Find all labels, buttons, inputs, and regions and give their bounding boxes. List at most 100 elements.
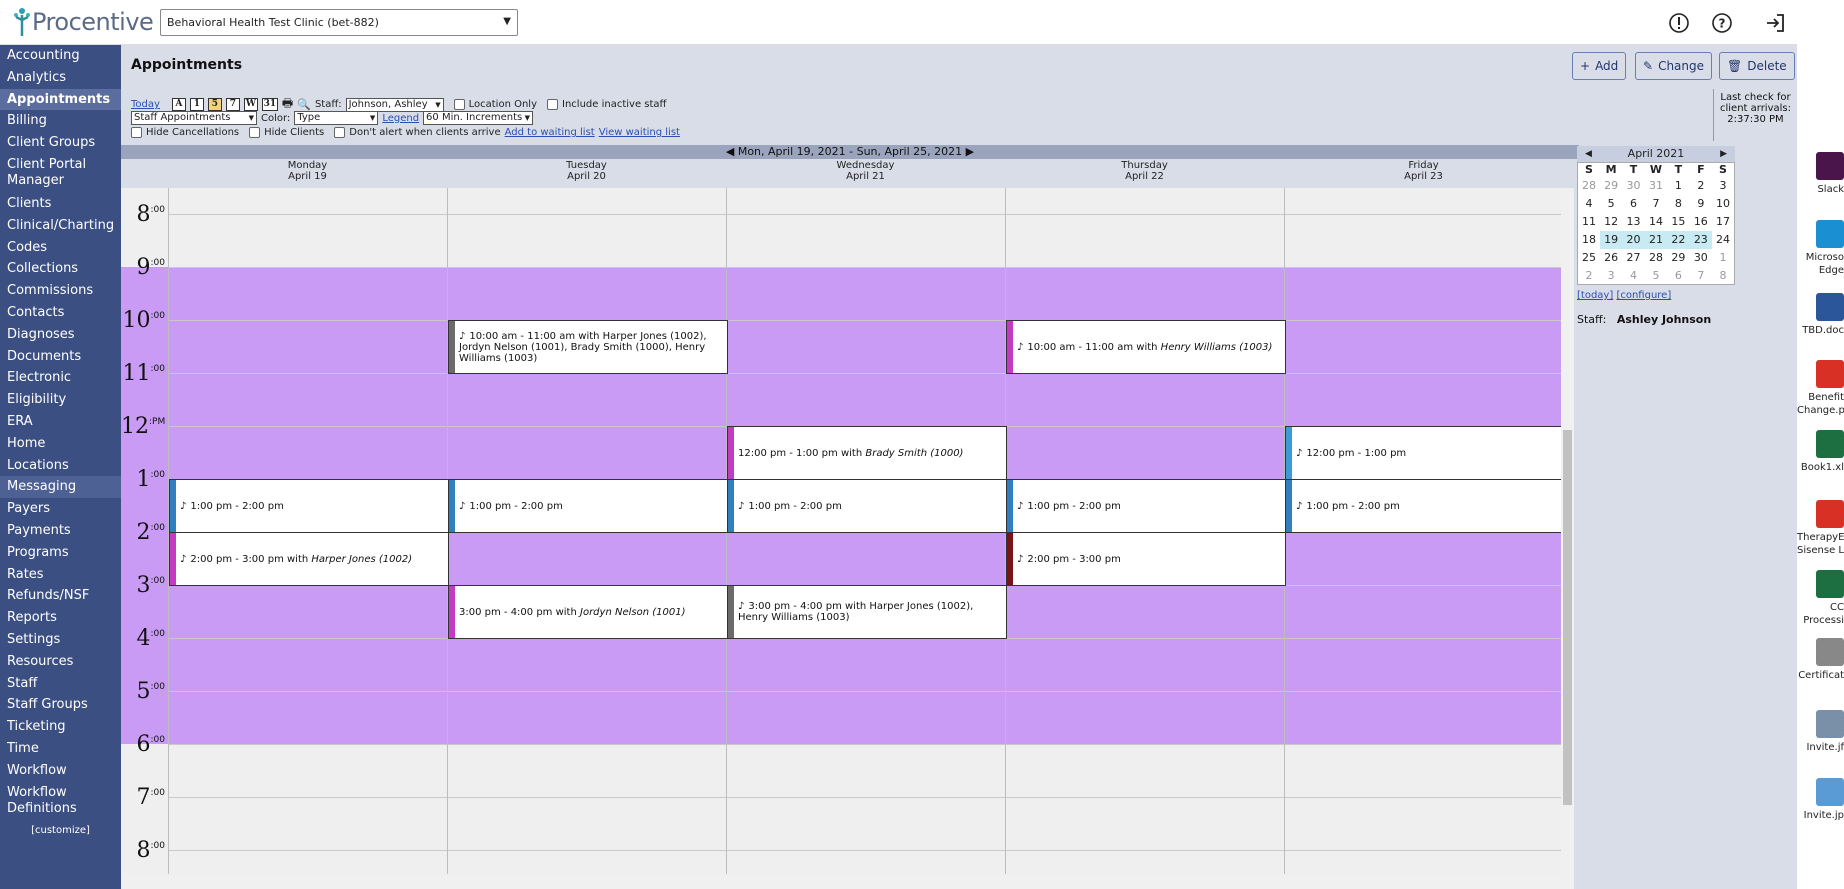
sidebar-item-commissions[interactable]: Commissions [0,280,121,302]
sidebar-item-codes[interactable]: Codes [0,237,121,259]
sidebar-item-clients[interactable]: Clients [0,193,121,215]
desktop-shortcut[interactable]: Invite.jf [1797,710,1844,754]
calendar-day[interactable]: 10 [1712,195,1734,213]
calendar-day[interactable]: 21 [1644,230,1668,249]
calendar-day[interactable]: 2 [1578,267,1600,285]
sidebar-item-era[interactable]: ERA [0,411,121,433]
appointment-block[interactable]: ♪ 1:00 pm - 2:00 pm [448,479,728,533]
day-header[interactable]: Tuesday April 20 [447,160,726,182]
view-7day-button[interactable]: 7 [225,98,240,111]
appointment-block[interactable]: ♪ 1:00 pm - 2:00 pm [727,479,1007,533]
view-type-select[interactable]: Staff Appointments ▼ [131,111,257,125]
desktop-shortcut[interactable]: CC Processi [1797,570,1844,627]
calendar-day[interactable]: 24 [1712,231,1734,249]
sidebar-item-refunds-nsf[interactable]: Refunds/NSF [0,585,121,607]
hide-cancellations-checkbox[interactable] [131,127,142,138]
day-header[interactable]: Thursday April 22 [1005,160,1284,182]
sidebar-item-eligibility[interactable]: Eligibility [0,389,121,411]
appointment-block[interactable]: ♪ 2:00 pm - 3:00 pm [1006,532,1286,586]
sidebar-item-collections[interactable]: Collections [0,258,121,280]
calendar-day[interactable]: 1 [1712,249,1734,267]
appointment-block[interactable]: ♪ 1:00 pm - 2:00 pm [1006,479,1286,533]
view-week-button[interactable]: W [243,98,258,111]
calendar-day[interactable]: 18 [1578,231,1600,249]
delete-button[interactable]: 🗑 Delete [1719,52,1795,80]
sidebar-item-analytics[interactable]: Analytics [0,67,121,89]
customize-link[interactable]: [customize] [0,821,121,836]
calendar-day[interactable]: 3 [1600,267,1622,285]
desktop-shortcut[interactable]: Benefit Change.p [1797,360,1844,417]
appointment-block[interactable]: ♪ 10:00 am - 11:00 am with Harper Jones (… [448,320,728,374]
calendar-day[interactable]: 28 [1645,249,1667,267]
sidebar-item-home[interactable]: Home [0,433,121,455]
calendar-day[interactable]: 6 [1622,195,1644,213]
appointment-block[interactable]: ♪ 10:00 am - 11:00 am with Henry Williams… [1006,320,1286,374]
desktop-shortcut[interactable]: TBD.doc [1797,293,1844,337]
prev-month-icon[interactable]: ◀ [1585,146,1592,162]
vertical-scrollbar[interactable] [1561,188,1574,889]
hide-clients-checkbox[interactable] [249,127,261,138]
calendar-day[interactable]: 13 [1622,213,1644,231]
appointment-block[interactable]: ♪ 1:00 pm - 2:00 pm [169,479,449,533]
sidebar-item-programs[interactable]: Programs [0,542,121,564]
sidebar-item-electronic[interactable]: Electronic [0,367,121,389]
sidebar-item-payments[interactable]: Payments [0,520,121,542]
day-header[interactable]: Wednesday April 21 [726,160,1005,182]
view-all-button[interactable]: A [171,98,186,111]
day-header[interactable]: Monday April 19 [168,160,447,182]
calendar-day[interactable]: 26 [1600,249,1622,267]
sidebar-item-locations[interactable]: Locations [0,455,121,477]
calendar-day[interactable]: 4 [1622,267,1644,285]
view-waiting-list-link[interactable]: View waiting list [599,127,680,138]
clinic-select[interactable]: Behavioral Health Test Clinic (bet-882) … [160,9,518,36]
calendar-day[interactable]: 25 [1578,249,1600,267]
sidebar-item-resources[interactable]: Resources [0,651,121,673]
next-week-arrow-icon[interactable]: ▶ [966,145,974,158]
calendar-day[interactable]: 5 [1645,267,1667,285]
sidebar-item-messaging[interactable]: Messaging [0,476,121,499]
appointment-block[interactable]: 12:00 pm - 1:00 pm with Brady Smith (100… [727,426,1007,480]
legend-link[interactable]: Legend [382,113,419,124]
view-day-button[interactable]: 1 [189,98,204,111]
staff-select[interactable]: Johnson, Ashley ▼ [345,97,444,112]
calendar-day[interactable]: 22 [1667,230,1690,249]
calendar-day[interactable]: 4 [1578,195,1600,213]
calendar-day[interactable]: 1 [1667,177,1689,195]
sidebar-item-payers[interactable]: Payers [0,498,121,520]
desktop-shortcut[interactable]: Microso Edge [1797,220,1844,277]
sidebar-item-contacts[interactable]: Contacts [0,302,121,324]
schedule-grid[interactable]: 8:00 9:00 10:00 11:00 12:PM 1:00 2:00 3:00 4:00 5… [121,188,1561,874]
add-waiting-list-link[interactable]: Add to waiting list [505,127,595,138]
sidebar-item-rates[interactable]: Rates [0,564,121,586]
dont-alert-checkbox[interactable] [334,127,346,138]
day-header[interactable]: Friday April 23 [1284,160,1563,182]
alert-icon[interactable] [1667,11,1691,35]
appointment-block[interactable]: ♪ 1:00 pm - 2:00 pm [1285,479,1561,533]
desktop-shortcut[interactable]: Certificat [1797,638,1844,682]
calendar-day[interactable]: 30 [1690,249,1712,267]
sidebar-item-client-groups[interactable]: Client Groups [0,132,121,154]
sidebar-item-staff-groups[interactable]: Staff Groups [0,694,121,716]
sidebar-item-ticketing[interactable]: Ticketing [0,716,121,738]
calendar-day[interactable]: 12 [1600,213,1622,231]
calendar-day[interactable]: 11 [1578,213,1600,231]
increment-select[interactable]: 60 Min. Increments ▼ [423,111,534,125]
add-button[interactable]: + Add [1572,52,1627,80]
calendar-day[interactable]: 29 [1600,177,1622,195]
calendar-day[interactable]: 3 [1712,177,1734,195]
calendar-day[interactable]: 14 [1645,213,1667,231]
sidebar-item-client-portal-manager[interactable]: Client Portal Manager [0,154,121,193]
calendar-day[interactable]: 7 [1690,267,1712,285]
calendar-day[interactable]: 27 [1622,249,1644,267]
sidebar-item-settings[interactable]: Settings [0,629,121,651]
desktop-shortcut[interactable]: Invite.jp [1797,778,1844,822]
appointment-block[interactable]: ♪ 2:00 pm - 3:00 pm with Harper Jones (10… [169,532,449,586]
sidebar-item-diagnoses[interactable]: Diagnoses [0,324,121,346]
calendar-day[interactable]: 8 [1667,195,1689,213]
prev-week-arrow-icon[interactable]: ◀ [726,145,734,158]
procentive-logo[interactable]: Procentive [12,6,154,38]
logout-icon[interactable] [1763,11,1787,35]
calendar-day[interactable]: 2 [1690,177,1712,195]
sidebar-item-appointments[interactable]: Appointments [0,88,121,111]
sidebar-item-workflow-definitions[interactable]: Workflow Definitions [0,782,121,821]
